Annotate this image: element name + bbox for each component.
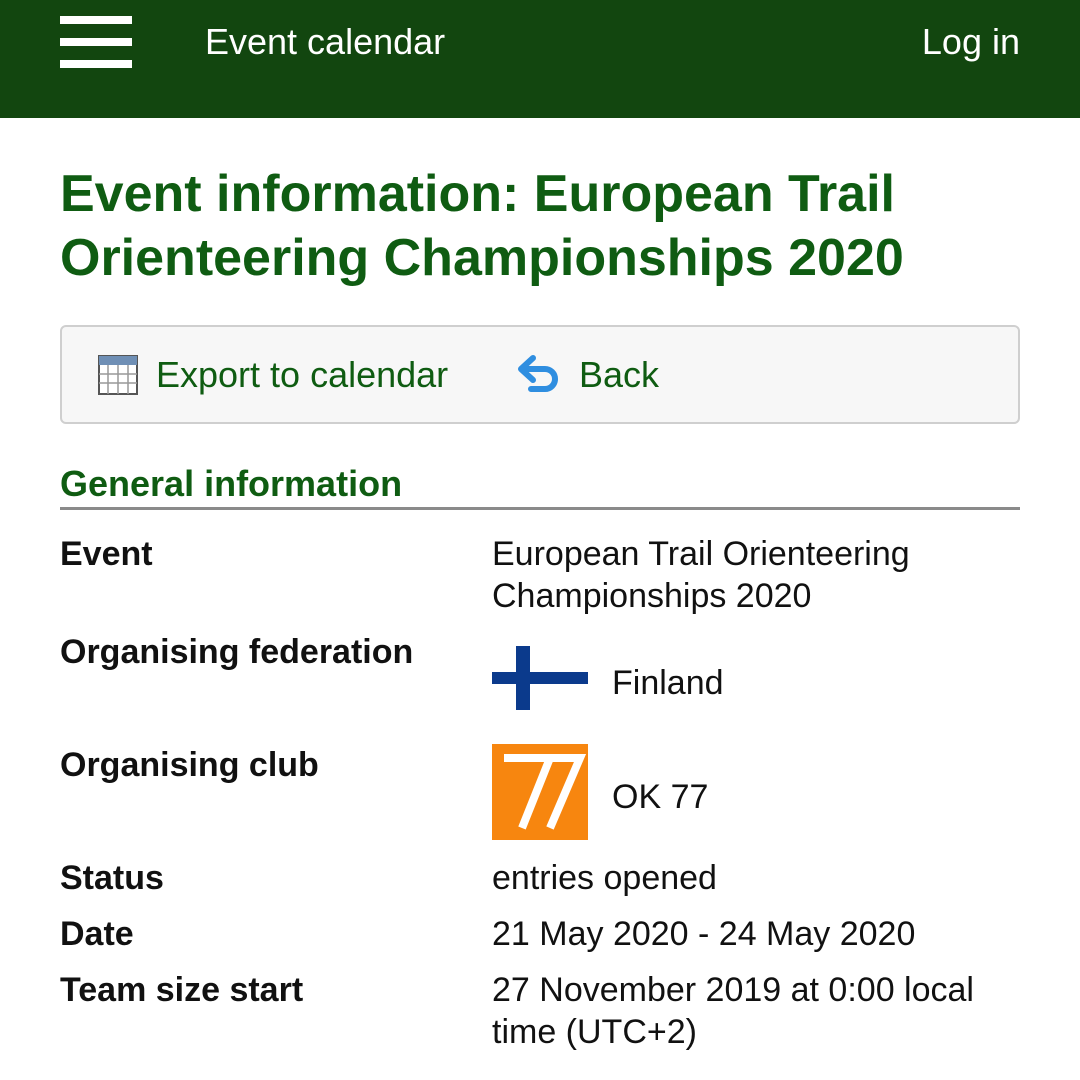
- club-label: Organising club: [60, 746, 319, 784]
- status-value: entries opened: [492, 859, 717, 897]
- finland-flag-icon: [492, 646, 588, 720]
- ok77-logo: [492, 744, 588, 850]
- club-value: OK 77: [612, 778, 709, 816]
- back-label: Back: [579, 353, 660, 395]
- back-arrow-icon: [517, 353, 561, 397]
- date-value: 21 May 2020 - 24 May 2020: [492, 915, 916, 953]
- export-to-calendar-button[interactable]: Export to calendar: [98, 327, 448, 422]
- team-size-label: Team size start: [60, 971, 304, 1009]
- federation-value: Finland: [612, 664, 724, 702]
- back-button[interactable]: Back: [517, 327, 659, 422]
- club-value-cell: OK 77: [492, 744, 1012, 850]
- section-divider: [60, 507, 1020, 510]
- top-bar: Event calendar Log in: [0, 0, 1080, 118]
- event-value: European Trail Orienteering Championship…: [492, 535, 910, 615]
- export-label: Export to calendar: [156, 353, 449, 395]
- date-label: Date: [60, 915, 134, 953]
- federation-label: Organising federation: [60, 633, 414, 671]
- menu-icon[interactable]: [60, 16, 132, 68]
- app-title[interactable]: Event calendar: [205, 20, 445, 64]
- action-toolbar: Export to calendar Back: [60, 325, 1020, 424]
- team-size-value: 27 November 2019 at 0:00 local time (UTC…: [492, 971, 974, 1051]
- status-label: Status: [60, 859, 164, 897]
- federation-value-cell: Finland: [492, 646, 1012, 720]
- general-information-heading: General information: [60, 463, 403, 504]
- login-link[interactable]: Log in: [922, 20, 1020, 64]
- page-title: Event information: European Trail Orient…: [60, 165, 904, 287]
- event-label: Event: [60, 535, 153, 573]
- calendar-icon: [98, 354, 138, 395]
